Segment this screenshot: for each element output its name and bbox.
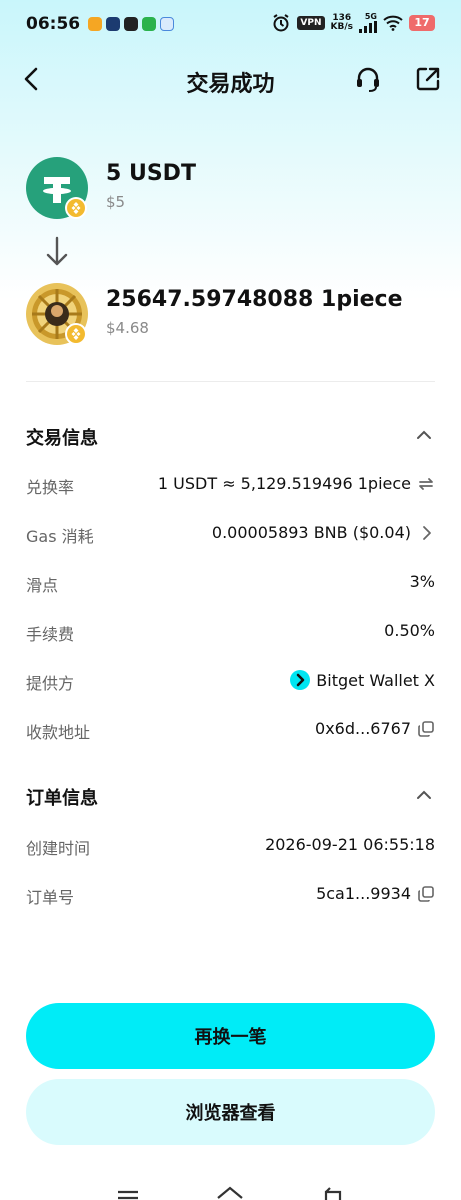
fee-value: 0.50% [384, 621, 435, 640]
arrow-down-icon [46, 236, 68, 266]
order-number-label: 订单号 [26, 888, 75, 907]
slippage-row: 滑点 3% [26, 572, 435, 598]
gas-fee-row[interactable]: Gas 消耗 0.00005893 BNB ($0.04) [26, 523, 435, 549]
app-notification-icon [160, 17, 175, 31]
provider-row: 提供方 Bitget Wallet X [26, 670, 435, 696]
provider-value: Bitget Wallet X [290, 670, 435, 690]
page-title: 交易成功 [186, 72, 275, 97]
battery-indicator: 17 [409, 14, 435, 31]
gas-fee-value: 0.00005893 BNB ($0.04) [212, 523, 435, 542]
chevron-right-icon[interactable] [417, 524, 435, 542]
chevron-up-icon[interactable] [415, 789, 433, 801]
network-speed: 136 KB/s [330, 13, 353, 32]
gas-fee-text: 0.00005893 BNB ($0.04) [211, 523, 411, 542]
slippage-label: 滑点 [26, 576, 59, 595]
menu-icon [118, 1190, 138, 1200]
exchange-rate-value: 1 USDT ≈ 5,129.519496 1piece [158, 474, 435, 493]
binance-notification-icon [124, 17, 139, 31]
home-icon [217, 1186, 243, 1199]
signal-icon [359, 21, 377, 33]
nav-bar: 交易成功 [0, 56, 461, 106]
app-notification-icon [106, 17, 121, 31]
vpn-badge: VPN [297, 15, 325, 30]
bitget-wallet-icon [290, 670, 311, 690]
gas-fee-label: Gas 消耗 [26, 527, 94, 546]
order-number-row: 订单号 5ca1...9934 [26, 884, 435, 910]
created-time-row: 创建时间 2026-09-21 06:55:18 [26, 835, 435, 861]
app-notification-icon [88, 17, 103, 31]
to-token-amount: 25647.59748088 1piece [106, 287, 403, 312]
exchange-rate-row: 兑换率 1 USDT ≈ 5,129.519496 1piece [26, 474, 435, 500]
order-number-value: 5ca1...9934 [316, 884, 435, 903]
from-token-usd-value: $5 [106, 193, 126, 211]
status-time: 06:56 [26, 14, 81, 34]
wifi-icon [383, 15, 403, 31]
status-bar: 06:56 VPN 136 KB/s 5G 17 [0, 0, 461, 48]
back-nav-icon [324, 1187, 342, 1200]
fee-label: 手续费 [26, 625, 75, 644]
receive-address-row: 收款地址 0x6d...6767 [26, 719, 435, 745]
provider-text: Bitget Wallet X [316, 670, 435, 690]
alarm-icon [273, 13, 289, 31]
created-time-value: 2026-09-21 06:55:18 [265, 835, 435, 854]
fee-row: 手续费 0.50% [26, 621, 435, 647]
usdt-token-icon [26, 157, 88, 219]
to-token: 25647.59748088 1piece $4.68 [26, 283, 446, 347]
chevron-up-icon[interactable] [415, 429, 433, 441]
system-navigation-bar [118, 1186, 342, 1200]
share-icon[interactable] [413, 64, 443, 94]
from-token-amount: 5 USDT [106, 161, 196, 186]
order-number-text: 5ca1...9934 [316, 884, 411, 903]
notification-icons [88, 17, 175, 31]
exchange-rate-label: 兑换率 [26, 478, 75, 497]
receive-address-text: 0x6d...6767 [315, 719, 411, 738]
view-in-explorer-button[interactable]: 浏览器查看 [26, 1079, 435, 1145]
customer-support-icon[interactable] [353, 64, 383, 94]
to-token-usd-value: $4.68 [106, 319, 149, 337]
swap-rate-icon[interactable] [417, 475, 435, 493]
swap-again-button[interactable]: 再换一笔 [26, 1003, 435, 1069]
divider [26, 381, 435, 382]
network-speed-unit: KB/s [330, 21, 353, 32]
created-time-label: 创建时间 [26, 839, 91, 858]
copy-icon[interactable] [417, 885, 435, 903]
wechat-notification-icon [142, 17, 157, 31]
provider-label: 提供方 [26, 674, 75, 693]
network-type: 5G [364, 12, 377, 21]
copy-icon[interactable] [417, 720, 435, 738]
from-token: 5 USDT $5 [26, 157, 446, 221]
order-info-title: 订单信息 [26, 788, 98, 809]
exchange-rate-text: 1 USDT ≈ 5,129.519496 1piece [157, 474, 411, 493]
receive-address-label: 收款地址 [26, 723, 91, 742]
signal-indicator: 5G [359, 12, 377, 33]
1piece-token-icon [26, 283, 88, 345]
trade-info-title: 交易信息 [26, 428, 98, 449]
slippage-value: 3% [409, 572, 435, 591]
status-indicators: VPN 136 KB/s 5G 17 [271, 12, 435, 33]
receive-address-value: 0x6d...6767 [315, 719, 435, 738]
